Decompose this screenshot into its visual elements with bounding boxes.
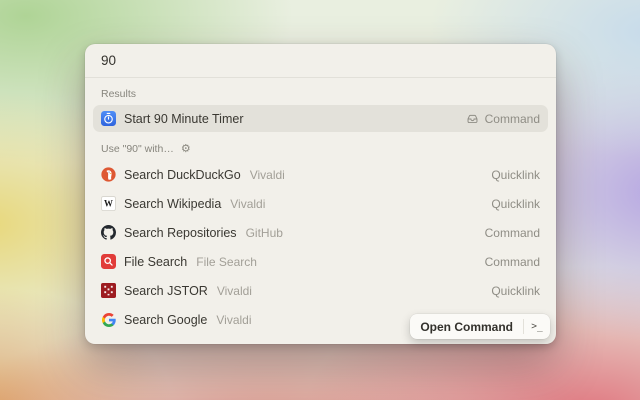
item-accessory: Command [485,255,540,269]
svg-text:W: W [104,199,113,209]
search-query-text: 90 [101,53,116,68]
list-item[interactable]: Search DuckDuckGo Vivaldi Quicklink [93,160,548,189]
open-command-label: Open Command [410,320,523,334]
section-header: Results [85,79,556,105]
results-list: Results Start 90 Minute Timer Command Us… [85,79,556,344]
item-title: Search Wikipedia [124,197,221,211]
open-command-button[interactable]: Open Command >_ [410,314,550,339]
section-header: Use "90" with… ⚙︎ [85,134,556,160]
search-input[interactable]: 90 [85,44,556,78]
list-item[interactable]: W Search Wikipedia Vivaldi Quicklink [93,189,548,218]
item-accessory: Quicklink [491,197,540,211]
section-header-label: Use "90" with… [101,143,174,155]
item-type-label: Command [485,255,540,269]
jstor-icon [101,283,116,298]
list-item[interactable]: Search JSTOR Vivaldi Quicklink [93,276,548,305]
item-accessory: Quicklink [491,168,540,182]
item-accessory: Command [466,112,540,126]
item-type-label: Command [485,112,540,126]
item-subtitle: GitHub [246,226,283,240]
item-title: Start 90 Minute Timer [124,112,244,126]
timer-icon [101,111,116,126]
item-subtitle: Vivaldi [217,284,252,298]
item-title: Search DuckDuckGo [124,168,241,182]
item-type-label: Quicklink [491,168,540,182]
file-search-icon [101,254,116,269]
item-accessory: Quicklink [491,284,540,298]
section-header-label: Results [101,88,136,100]
list-item[interactable]: File Search File Search Command [93,247,548,276]
item-title: File Search [124,255,187,269]
wikipedia-icon: W [101,196,116,211]
item-subtitle: Vivaldi [230,197,265,211]
item-title: Search JSTOR [124,284,208,298]
item-subtitle: Vivaldi [216,313,251,327]
item-type-label: Quicklink [491,284,540,298]
tray-icon [466,112,479,125]
launcher-window: 90 Results Start 90 Minute Timer Command… [85,44,556,344]
item-subtitle: File Search [196,255,257,269]
duckduckgo-icon [101,167,116,182]
gear-icon[interactable]: ⚙︎ [181,144,191,155]
item-type-label: Command [485,226,540,240]
github-icon [101,225,116,240]
enter-key-icon: >_ [524,321,550,332]
item-accessory: Command [485,226,540,240]
item-type-label: Quicklink [491,197,540,211]
item-subtitle: Vivaldi [250,168,285,182]
item-title: Search Google [124,313,207,327]
item-title: Search Repositories [124,226,237,240]
list-item[interactable]: Start 90 Minute Timer Command [93,105,548,132]
google-icon [101,312,116,327]
list-item[interactable]: Search Repositories GitHub Command [93,218,548,247]
